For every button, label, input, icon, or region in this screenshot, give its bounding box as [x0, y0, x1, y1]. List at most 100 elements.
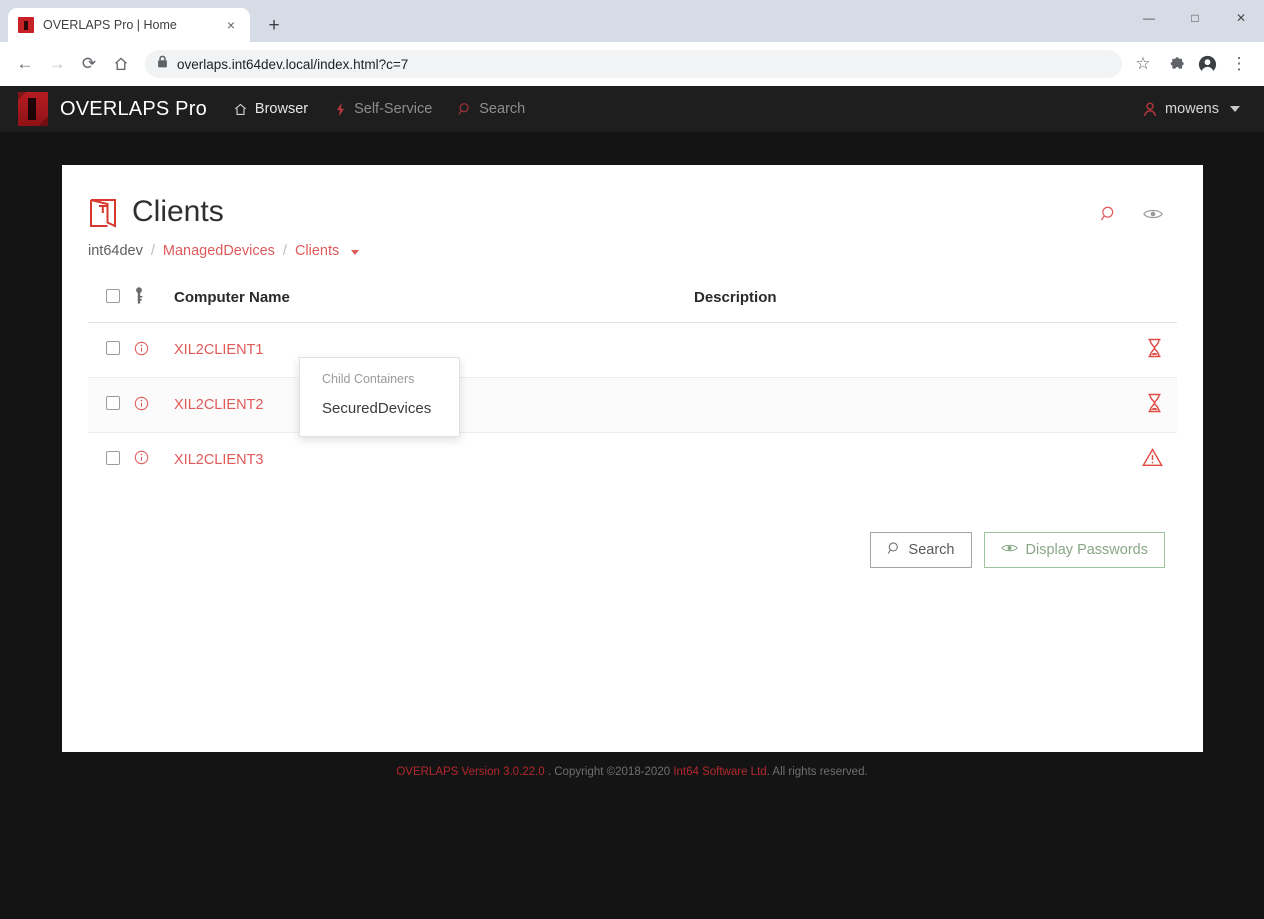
forward-icon[interactable]: → [42, 49, 72, 79]
row-select-cell [88, 322, 134, 378]
row-select-cell [88, 377, 134, 433]
browser-window: OVERLAPS Pro | Home × + — □ ✕ ← → ⟳ over… [0, 0, 1264, 919]
reload-icon[interactable]: ⟳ [74, 49, 104, 79]
bookmark-star-icon[interactable]: ☆ [1128, 49, 1158, 79]
bolt-icon [334, 102, 347, 117]
app-footer: OVERLAPS Version 3.0.22.0 . Copyright ©2… [0, 766, 1264, 778]
hourglass-icon[interactable] [1146, 338, 1163, 358]
user-name: mowens [1165, 101, 1219, 117]
nav-item-self-service[interactable]: Self-Service [334, 101, 432, 117]
nav-item-browser[interactable]: Browser [233, 101, 308, 117]
info-icon[interactable] [134, 450, 149, 465]
row-checkbox[interactable] [106, 450, 120, 465]
footer-version[interactable]: OVERLAPS Version 3.0.22.0 [396, 766, 544, 778]
user-icon [1143, 101, 1157, 117]
select-all-checkbox[interactable] [106, 288, 120, 303]
row-status-cell [1117, 377, 1177, 433]
page-title: Clients [132, 195, 224, 228]
row-info-cell [134, 433, 174, 487]
nav-item-search[interactable]: Search [458, 101, 525, 117]
row-select-cell [88, 433, 134, 487]
key-column-header [134, 277, 174, 323]
user-menu[interactable]: mowens [1143, 101, 1246, 117]
status-header [1117, 277, 1177, 323]
browser-title-bar: OVERLAPS Pro | Home × + — □ ✕ [0, 0, 1264, 42]
row-description [694, 377, 1117, 433]
table-row[interactable]: XIL2CLIENT2 [88, 377, 1177, 433]
row-description [694, 322, 1117, 378]
eye-icon[interactable] [1143, 207, 1163, 221]
info-icon[interactable] [134, 341, 149, 356]
home-icon[interactable] [106, 49, 136, 79]
overlaps-favicon-icon [18, 17, 34, 33]
display-passwords-button[interactable]: Display Passwords [983, 532, 1165, 568]
back-icon[interactable]: ← [10, 49, 40, 79]
computer-name-header[interactable]: Computer Name [174, 277, 694, 323]
app-navbar: OVERLAPS Pro Browser Self-Service Search… [0, 86, 1264, 132]
search-icon[interactable] [1100, 205, 1117, 222]
breadcrumb-item-clients[interactable]: Clients [295, 243, 339, 259]
row-computer-name: XIL2CLIENT3 [174, 433, 694, 487]
row-checkbox[interactable] [106, 396, 120, 410]
warning-triangle-icon[interactable] [1142, 448, 1163, 467]
tab-title: OVERLAPS Pro | Home [43, 18, 177, 32]
window-close-icon[interactable]: ✕ [1218, 0, 1264, 36]
page-title-actions [1100, 205, 1177, 222]
display-passwords-label: Display Passwords [1025, 542, 1149, 558]
brand-name: OVERLAPS Pro [60, 97, 207, 120]
description-header[interactable]: Description [694, 277, 1117, 323]
hourglass-icon[interactable] [1146, 393, 1163, 413]
row-info-cell [134, 322, 174, 378]
url-text: overlaps.int64dev.local/index.html?c=7 [177, 56, 409, 72]
row-info-cell [134, 377, 174, 433]
search-button[interactable]: Search [869, 532, 972, 568]
computer-name-link[interactable]: XIL2CLIENT1 [174, 342, 263, 358]
nav-item-browser-label: Browser [254, 101, 309, 117]
key-icon [134, 287, 144, 308]
lock-icon [157, 55, 168, 73]
breadcrumb-item-managed-devices[interactable]: ManagedDevices [163, 243, 275, 259]
nav-item-search-label: Search [479, 101, 526, 117]
row-status-cell [1117, 433, 1177, 487]
dropdown-item-secured-devices[interactable]: SecuredDevices [300, 387, 459, 417]
table-row[interactable]: XIL2CLIENT3 [88, 433, 1177, 487]
clients-table: Computer Name Description XIL2CLIENT1 XI… [88, 277, 1177, 486]
close-icon[interactable]: × [222, 16, 240, 34]
chevron-down-icon [1230, 106, 1240, 112]
home-icon [233, 102, 248, 117]
new-tab-button[interactable]: + [260, 11, 288, 39]
row-status-cell [1117, 322, 1177, 378]
profile-avatar-icon[interactable] [1192, 49, 1222, 79]
window-controls: — □ ✕ [1126, 0, 1264, 36]
browser-menu-icon[interactable]: ⋮ [1224, 49, 1254, 79]
minimize-icon[interactable]: — [1126, 0, 1172, 36]
open-container-icon [88, 197, 118, 229]
action-buttons: Search Display Passwords [88, 532, 1177, 568]
chevron-down-icon[interactable] [351, 249, 360, 255]
extensions-puzzle-icon[interactable] [1160, 49, 1190, 79]
breadcrumb: int64dev / ManagedDevices / Clients [88, 243, 1177, 259]
dropdown-header: Child Containers [322, 372, 415, 386]
footer-company[interactable]: Int64 Software Ltd [673, 766, 766, 778]
child-containers-dropdown: Child Containers SecuredDevices [299, 357, 460, 437]
browser-tab[interactable]: OVERLAPS Pro | Home × [8, 8, 250, 42]
address-bar[interactable]: overlaps.int64dev.local/index.html?c=7 [145, 50, 1122, 78]
search-button-label: Search [908, 542, 955, 558]
computer-name-link[interactable]: XIL2CLIENT3 [174, 452, 263, 468]
page-header: Clients [88, 193, 1177, 229]
select-all-header [88, 277, 134, 323]
footer-rights: . All rights reserved. [766, 766, 868, 778]
computer-name-link[interactable]: XIL2CLIENT2 [174, 397, 263, 413]
search-icon [458, 102, 472, 116]
eye-icon [1000, 542, 1018, 558]
overlaps-logo-icon [18, 92, 48, 126]
footer-copyright: . Copyright ©2018-2020 [544, 766, 674, 778]
breadcrumb-separator: / [282, 243, 287, 259]
info-icon[interactable] [134, 396, 149, 411]
breadcrumb-item-int64dev[interactable]: int64dev [88, 243, 143, 259]
nav-item-self-service-label: Self-Service [354, 101, 433, 117]
row-checkbox[interactable] [106, 341, 120, 355]
table-row[interactable]: XIL2CLIENT1 [88, 322, 1177, 378]
maximize-icon[interactable]: □ [1172, 0, 1218, 36]
content-card: Clients int64dev / ManagedDevices / Clie… [62, 165, 1203, 752]
